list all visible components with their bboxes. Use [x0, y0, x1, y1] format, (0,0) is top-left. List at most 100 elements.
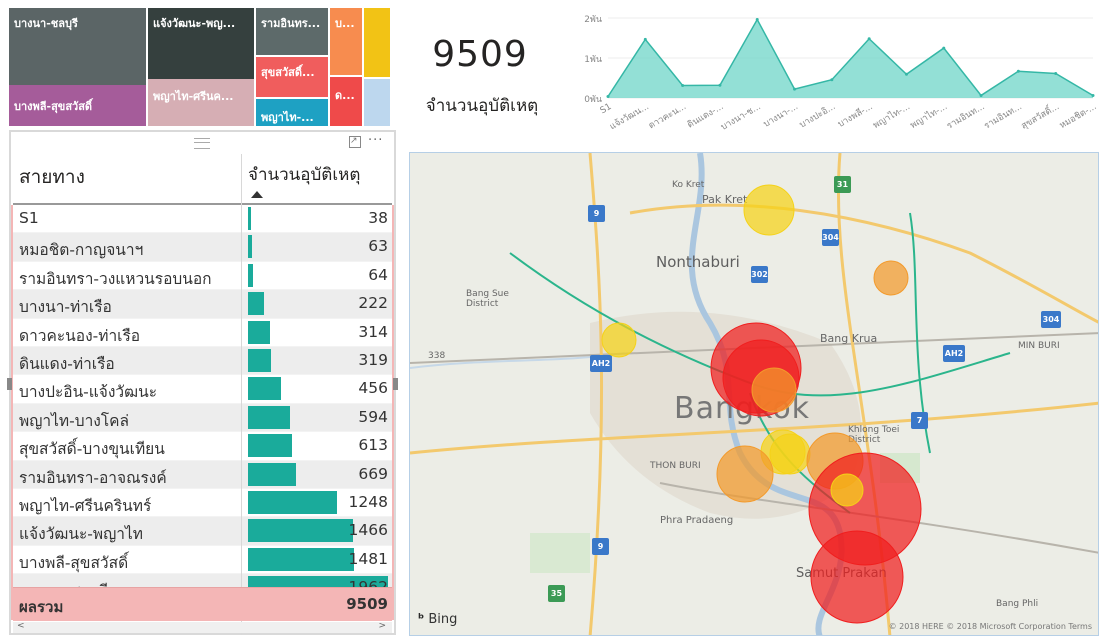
more-options-icon[interactable]: ···	[368, 133, 383, 148]
bubble-layer[interactable]	[410, 153, 1099, 636]
data-point[interactable]	[755, 18, 759, 22]
bing-logo: ᵇ Bing	[418, 612, 457, 627]
area-chart[interactable]: 0พัน1พัน2พันS1แจ้งวัฒน...ดาวคะน...ดินแดง…	[558, 6, 1098, 152]
data-bar	[248, 519, 353, 543]
drag-handle-icon[interactable]	[194, 138, 210, 149]
data-point[interactable]	[830, 78, 834, 82]
treemap-tile[interactable]: พญาไท-...	[256, 99, 328, 126]
resize-handle-right[interactable]	[393, 378, 398, 390]
route-cell: สุขสวัสดิ์-บางขุนเทียน	[19, 440, 165, 459]
horizontal-scrollbar[interactable]: < >	[13, 621, 392, 633]
table-row[interactable]: บางปะอิน-แจ้งวัฒนะ 456	[13, 375, 392, 404]
treemap-tile[interactable]	[364, 8, 390, 77]
accident-bubble[interactable]	[751, 367, 797, 413]
table-body: S1 38 หมอชิต-กาญจนาฯ 63 รามอินทรา-วงแหวนรอบน…	[13, 205, 392, 603]
treemap-tile[interactable]: บางพลี-สุขสวัสดิ์	[9, 85, 146, 126]
table-row[interactable]: S1 38	[13, 205, 392, 234]
x-tick-label: แจ้งวัฒน...	[608, 101, 651, 132]
data-point[interactable]	[718, 83, 722, 87]
accident-bubble[interactable]	[769, 433, 811, 475]
x-tick-label: บางนา-...	[762, 102, 800, 130]
accident-bubble[interactable]	[716, 445, 774, 503]
data-bar	[248, 547, 354, 571]
route-cell: หมอชิต-กาญจนาฯ	[19, 241, 144, 260]
table-row[interactable]: พญาไท-บางโคล่ 594	[13, 403, 392, 433]
treemap-tile[interactable]: รามอินทร...	[256, 8, 328, 55]
data-point[interactable]	[1091, 93, 1095, 97]
count-cell: 38	[368, 209, 388, 227]
x-tick-label: พญาไท-...	[871, 101, 912, 131]
scroll-left-icon[interactable]: <	[17, 621, 25, 631]
table-row[interactable]: พญาไท-ศรีนครินทร์ 1248	[13, 488, 392, 518]
accident-bubble[interactable]	[830, 473, 864, 507]
table-row[interactable]: แจ้งวัฒนะ-พญาไท 1466	[13, 517, 392, 546]
data-point[interactable]	[681, 83, 685, 87]
table-row[interactable]: รามอินทรา-วงแหวนรอบนอก 64	[13, 261, 392, 291]
data-bar	[248, 207, 251, 230]
x-tick-label: บางนา-ช...	[719, 102, 762, 133]
data-bar	[248, 405, 291, 429]
count-cell: 669	[358, 464, 388, 483]
table-row[interactable]: ดินแดง-ท่าเรือ 319	[13, 346, 392, 376]
visual-header: ↗ ···	[11, 132, 394, 153]
sort-ascending-icon[interactable]	[251, 191, 263, 198]
data-bar	[248, 490, 338, 514]
data-point[interactable]	[1054, 71, 1058, 75]
column-header-route[interactable]: สายทาง	[19, 162, 85, 192]
route-cell: บางพลี-สุขสวัสดิ์	[19, 553, 129, 572]
count-cell: 1248	[348, 492, 388, 511]
route-cell: ดินแดง-ท่าเรือ	[19, 354, 115, 373]
data-bar	[248, 462, 296, 486]
accident-bubble[interactable]	[601, 322, 637, 358]
table-row[interactable]: รามอินทรา-อาจณรงค์ 669	[13, 460, 392, 489]
bubble-map[interactable]: Pak Kret Ko Kret Nonthaburi Bang Sue Dis…	[409, 152, 1099, 636]
route-cell: บางนา-ท่าเรือ	[19, 298, 112, 317]
count-cell: 1466	[348, 521, 388, 540]
data-point[interactable]	[793, 87, 797, 91]
x-tick-label: พญาไท-...	[908, 101, 949, 131]
data-point[interactable]	[1016, 69, 1020, 73]
x-tick-label: หมอชิต-...	[1057, 101, 1098, 131]
route-cell: พญาไท-ศรีนครินทร์	[19, 496, 152, 515]
table-row[interactable]: หมอชิต-กาญจนาฯ 63	[13, 233, 392, 262]
accident-bubble[interactable]	[873, 260, 909, 296]
table-row[interactable]: บางพลี-สุขสวัสดิ์ 1481	[13, 545, 392, 575]
data-point[interactable]	[979, 93, 983, 97]
data-point[interactable]	[942, 46, 946, 50]
table-row[interactable]: สุขสวัสดิ์-บางขุนเทียน 613	[13, 432, 392, 461]
treemap-tile[interactable]: แจ้งวัฒนะ-พญ...	[148, 8, 254, 79]
table-row[interactable]: บางนา-ท่าเรือ 222	[13, 290, 392, 319]
accident-bubble[interactable]	[743, 184, 795, 236]
focus-mode-icon[interactable]: ↗	[349, 136, 361, 148]
scroll-right-icon[interactable]: >	[378, 621, 386, 631]
column-header-count[interactable]: จำนวนอุบัติเหตุ	[248, 161, 360, 188]
treemap-tile[interactable]: บ...	[330, 8, 362, 75]
data-point[interactable]	[904, 72, 908, 76]
treemap-tile[interactable]: พญาไท-ศรีนค...	[148, 79, 254, 126]
resize-handle-left[interactable]	[7, 378, 12, 390]
data-point[interactable]	[867, 37, 871, 41]
data-point[interactable]	[606, 94, 610, 98]
treemap-tile[interactable]: สุขสวัสดิ์...	[256, 57, 328, 97]
map-credit[interactable]: © 2018 HERE © 2018 Microsoft Corporation…	[889, 622, 1092, 631]
total-label: ผลรวม	[19, 598, 64, 616]
treemap-visual: บางนา-ชลบุรี บางพลี-สุขสวัสดิ์ แจ้งวัฒนะ…	[9, 8, 390, 126]
y-tick-label: 1พัน	[584, 55, 602, 65]
count-cell: 222	[358, 294, 388, 313]
treemap-tile[interactable]	[364, 79, 390, 126]
data-bar	[248, 320, 271, 344]
data-bar	[248, 434, 292, 458]
x-tick-label: บางพลี-...	[836, 101, 875, 130]
accident-bubble[interactable]	[810, 530, 904, 624]
bing-label: Bing	[428, 612, 458, 627]
data-bar	[248, 292, 264, 316]
table-visual[interactable]: ↗ ··· สายทาง จำนวนอุบัติเหตุ S1 38 หมอชิต-…	[7, 130, 398, 635]
treemap-tile[interactable]: ด...	[330, 77, 362, 126]
data-bar	[248, 263, 253, 287]
treemap-tile[interactable]: บางนา-ชลบุรี	[9, 8, 146, 85]
table-row[interactable]: ดาวคะนอง-ท่าเรือ 314	[13, 318, 392, 347]
column-divider[interactable]	[241, 154, 242, 635]
data-point[interactable]	[643, 37, 647, 41]
table-header: สายทาง จำนวนอุบัติเหตุ	[13, 154, 392, 205]
x-tick-label: สุขสวัสดิ์...	[1018, 99, 1061, 131]
